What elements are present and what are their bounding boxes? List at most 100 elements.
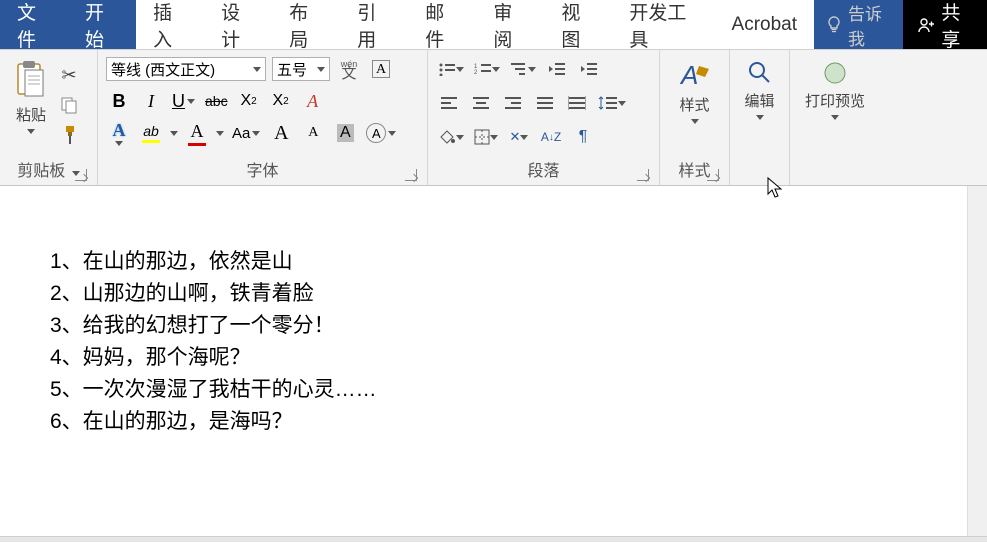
document-canvas[interactable]: 1、在山的那边，依然是山 2、山那边的山啊，铁青着脸 3、给我的幻想打了一个零分… xyxy=(0,186,987,536)
text-effects-button[interactable]: A xyxy=(106,120,132,146)
align-center-icon xyxy=(472,96,490,110)
editing-button[interactable]: 编辑 xyxy=(738,56,781,124)
font-color-chip xyxy=(188,143,206,146)
subscript-button[interactable]: X2 xyxy=(236,88,262,114)
text-line[interactable]: 1、在山的那边，依然是山 xyxy=(50,246,987,278)
share-button[interactable]: 共享 xyxy=(903,0,987,49)
group-paragraph: 12 ✕ A↓Z ¶ 段落 xyxy=(428,50,660,185)
phonetic-guide-button[interactable]: wén 文 xyxy=(336,56,362,82)
shading-button[interactable] xyxy=(436,124,466,150)
tab-devtools[interactable]: 开发工具 xyxy=(612,0,714,49)
circle-a-icon: A xyxy=(366,123,386,143)
font-size-value: 五号 xyxy=(277,59,307,80)
bullets-button[interactable] xyxy=(436,56,466,82)
shrink-font-button[interactable]: A xyxy=(300,120,326,146)
chevron-down-icon xyxy=(528,67,536,72)
tab-layout[interactable]: 布局 xyxy=(272,0,340,49)
dialog-launcher-icon[interactable] xyxy=(405,169,417,181)
dialog-launcher-icon[interactable] xyxy=(75,169,87,181)
multilevel-list-button[interactable] xyxy=(508,56,538,82)
multilevel-list-icon xyxy=(510,62,528,76)
align-distributed-icon xyxy=(568,96,586,110)
cut-button[interactable]: ✂ xyxy=(56,62,82,88)
font-size-select[interactable]: 五号 xyxy=(272,57,330,81)
show-marks-button[interactable]: ¶ xyxy=(570,124,596,150)
tab-mailings[interactable]: 邮件 xyxy=(408,0,476,49)
align-right-button[interactable] xyxy=(500,90,526,116)
group-font: 等线 (西文正文) 五号 wén 文 A B I U abc X2 X2 A xyxy=(98,50,428,185)
align-center-button[interactable] xyxy=(468,90,494,116)
text-line[interactable]: 3、给我的幻想打了一个零分！ xyxy=(50,310,987,342)
menu-tab-bar: 文件 开始 插入 设计 布局 引用 邮件 审阅 视图 开发工具 Acrobat … xyxy=(0,0,987,50)
tab-review[interactable]: 审阅 xyxy=(476,0,544,49)
status-bar xyxy=(0,536,987,542)
numbering-button[interactable]: 12 xyxy=(472,56,502,82)
char-border-button[interactable]: A xyxy=(368,56,394,82)
chevron-down-icon[interactable] xyxy=(216,131,224,136)
borders-button[interactable] xyxy=(472,124,500,150)
print-preview-button[interactable]: 打印预览 xyxy=(798,56,872,124)
editing-label: 编辑 xyxy=(744,90,774,111)
text-line[interactable]: 6、在山的那边，是海吗？ xyxy=(50,406,987,438)
align-left-button[interactable] xyxy=(436,90,462,116)
tab-insert[interactable]: 插入 xyxy=(136,0,204,49)
asian-layout-button[interactable]: ✕ xyxy=(506,124,532,150)
tab-home[interactable]: 开始 xyxy=(68,0,136,49)
bold-button[interactable]: B xyxy=(106,88,132,114)
chevron-down-icon xyxy=(388,131,396,136)
dialog-launcher-icon[interactable] xyxy=(637,169,649,181)
align-justify-button[interactable] xyxy=(532,90,558,116)
increase-indent-button[interactable] xyxy=(576,56,602,82)
styles-button[interactable]: A 样式 xyxy=(668,56,721,128)
sort-button[interactable]: A↓Z xyxy=(538,124,564,150)
char-shading-button[interactable]: A xyxy=(332,120,358,146)
line-spacing-button[interactable] xyxy=(596,90,628,116)
underline-button[interactable]: U xyxy=(170,88,197,114)
strikethrough-button[interactable]: abc xyxy=(203,88,230,114)
format-painter-button[interactable] xyxy=(56,122,82,148)
chevron-down-icon xyxy=(831,115,839,120)
dialog-launcher-icon[interactable] xyxy=(707,169,719,181)
tell-me-search[interactable]: 告诉我 xyxy=(814,0,903,49)
paste-button[interactable]: 粘贴 xyxy=(8,56,54,138)
align-right-icon xyxy=(504,96,522,110)
decrease-indent-button[interactable] xyxy=(544,56,570,82)
share-label: 共享 xyxy=(941,0,973,52)
print-preview-label: 打印预览 xyxy=(805,90,865,111)
chevron-down-icon xyxy=(115,141,123,146)
paint-bucket-icon xyxy=(438,129,456,145)
distributed-button[interactable] xyxy=(564,90,590,116)
text-line[interactable]: 4、妈妈，那个海呢？ xyxy=(50,342,987,374)
change-case-button[interactable]: Aa xyxy=(230,120,262,146)
paintbrush-icon xyxy=(60,125,78,145)
tab-design[interactable]: 设计 xyxy=(204,0,272,49)
clear-format-button[interactable]: A xyxy=(300,88,326,114)
chevron-down-icon xyxy=(492,67,500,72)
asian-layout-icon: ✕ xyxy=(510,129,521,145)
chevron-down-icon xyxy=(618,101,626,106)
superscript-button[interactable]: X2 xyxy=(268,88,294,114)
outdent-icon xyxy=(548,62,566,76)
chevron-down-icon[interactable] xyxy=(170,131,178,136)
tab-acrobat[interactable]: Acrobat xyxy=(715,0,814,49)
vertical-scrollbar[interactable] xyxy=(967,186,987,536)
text-line[interactable]: 2、山那边的山啊，铁青着脸 xyxy=(50,278,987,310)
font-family-select[interactable]: 等线 (西文正文) xyxy=(106,57,266,81)
copy-button[interactable] xyxy=(56,92,82,118)
tab-view[interactable]: 视图 xyxy=(544,0,612,49)
clipboard-icon xyxy=(14,60,48,100)
text-line[interactable]: 5、一次次漫湿了我枯干的心灵…… xyxy=(50,374,987,406)
italic-button[interactable]: I xyxy=(138,88,164,114)
chevron-down-icon xyxy=(27,129,35,134)
tab-file[interactable]: 文件 xyxy=(0,0,68,49)
tab-references[interactable]: 引用 xyxy=(340,0,408,49)
enclose-chars-button[interactable]: A xyxy=(364,120,398,146)
chevron-down-icon xyxy=(456,67,464,72)
phonetic-char: 文 xyxy=(341,69,356,78)
print-preview-icon xyxy=(822,60,848,86)
paste-label: 粘贴 xyxy=(16,104,46,125)
font-color-button[interactable]: A xyxy=(184,120,210,146)
grow-font-button[interactable]: A xyxy=(268,120,294,146)
chevron-down-icon xyxy=(756,115,764,120)
highlight-button[interactable]: ab xyxy=(138,120,164,146)
